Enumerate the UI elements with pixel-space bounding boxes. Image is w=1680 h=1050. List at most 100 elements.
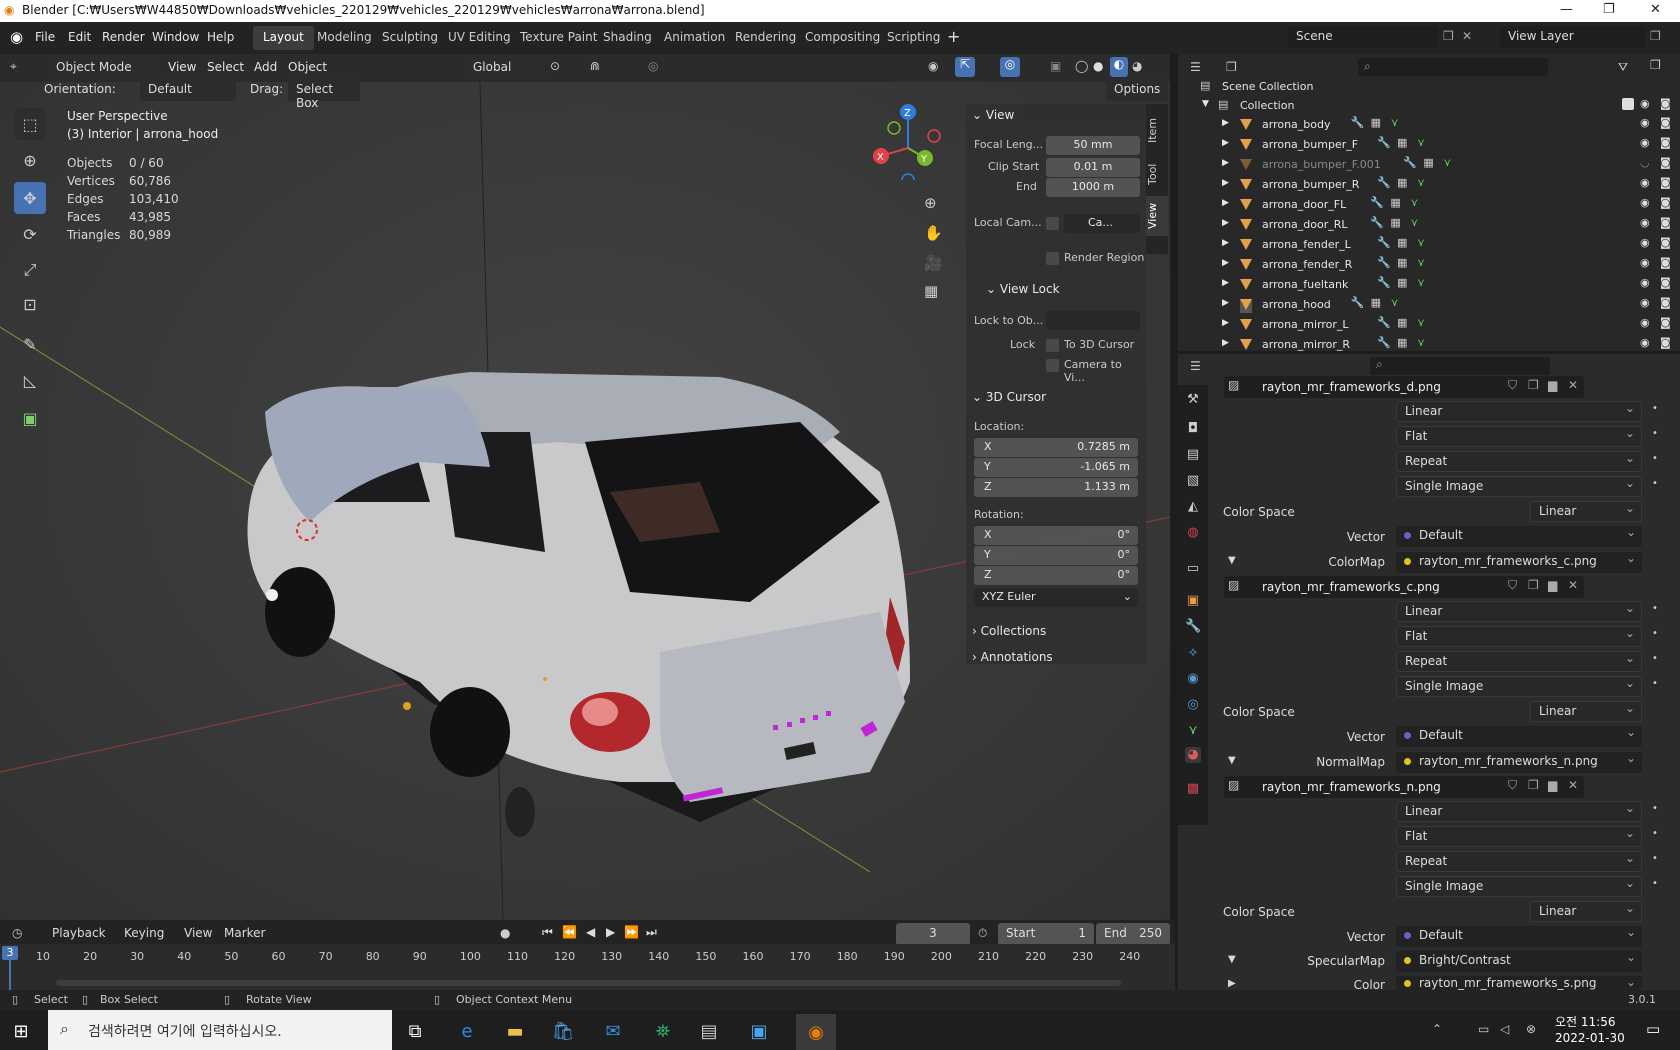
specularmap-socket-field[interactable]: Bright/Contrast bbox=[1396, 950, 1642, 972]
tab-tool[interactable]: Tool bbox=[1146, 156, 1168, 192]
scene-tab-icon[interactable]: ◭ bbox=[1185, 499, 1201, 515]
expand-arrow-icon[interactable]: ▶ bbox=[1222, 338, 1229, 348]
material-tab-icon[interactable]: ◕ bbox=[1185, 747, 1201, 763]
outliner-object-row[interactable]: ▶ arrona_body 🔧 ▦ ⋎ ◉ ◙ bbox=[1178, 116, 1680, 135]
modifier-tab-icon[interactable]: 🔧 bbox=[1185, 619, 1201, 635]
colormap-socket-field[interactable]: rayton_mr_frameworks_c.png bbox=[1396, 551, 1642, 573]
cursor-rotation-z[interactable]: Z 0° bbox=[974, 566, 1138, 585]
tab-compositing[interactable]: Compositing bbox=[795, 26, 890, 50]
camera-view-icon[interactable]: 🎥 bbox=[924, 254, 943, 272]
blender-taskbar-icon[interactable]: ◉ bbox=[796, 1014, 836, 1050]
tab-animation[interactable]: Animation bbox=[654, 26, 735, 50]
expand-arrow-icon[interactable]: ▶ bbox=[1222, 118, 1229, 128]
camera-to-view-checkbox[interactable] bbox=[1046, 359, 1059, 372]
task-view-icon[interactable]: ⧉ bbox=[402, 1018, 428, 1044]
outliner-object-row[interactable]: ▶ arrona_bumper_R 🔧 ▦ ⋎ ◉ ◙ bbox=[1178, 176, 1680, 195]
keyframe-dot-icon[interactable]: • bbox=[1652, 403, 1658, 414]
keyframe-dot-icon[interactable]: • bbox=[1652, 803, 1658, 814]
eye-icon[interactable]: ◉ bbox=[1640, 296, 1650, 309]
notification-icon[interactable]: ▭ bbox=[1646, 1020, 1660, 1038]
cursor-location-x[interactable]: X 0.7285 m bbox=[974, 438, 1138, 457]
play-reverse-icon[interactable]: ◀ bbox=[586, 925, 595, 939]
playhead-frame[interactable]: 3 bbox=[2, 946, 18, 960]
lock-to-cursor-checkbox[interactable] bbox=[1046, 339, 1059, 352]
store-icon[interactable]: 🛍 bbox=[550, 1018, 576, 1044]
keyframe-dot-icon[interactable]: • bbox=[1652, 478, 1658, 489]
cursor-rotation-x[interactable]: X 0° bbox=[974, 526, 1138, 545]
minimize-button[interactable]: — bbox=[1560, 2, 1573, 17]
keyframe-dot-icon[interactable]: • bbox=[1652, 453, 1658, 464]
output-tab-icon[interactable]: ▤ bbox=[1185, 447, 1201, 463]
record-icon[interactable]: ● bbox=[500, 926, 510, 940]
stopwatch-icon[interactable]: ⏱ bbox=[978, 926, 987, 941]
pivot-icon[interactable]: ⊙ bbox=[550, 59, 560, 73]
duplicate-icon[interactable]: ❐ bbox=[1528, 778, 1539, 792]
clip-end-field[interactable]: 1000 m bbox=[1046, 178, 1140, 197]
photos-icon[interactable]: ▣ bbox=[746, 1018, 772, 1044]
view-lock-section-toggle[interactable]: ⌄ View Lock bbox=[986, 282, 1060, 296]
end-frame-field[interactable]: End 250 bbox=[1096, 923, 1170, 945]
color-space-dropdown[interactable]: Linear bbox=[1530, 501, 1642, 522]
taskbar-search-input[interactable]: ⌕ 검색하려면 여기에 입력하십시오. bbox=[48, 1010, 392, 1050]
unlink-icon[interactable]: ✕ bbox=[1568, 778, 1578, 792]
eye-icon[interactable]: ◉ bbox=[1640, 97, 1650, 110]
annotations-section-toggle[interactable]: › Annotations bbox=[972, 650, 1053, 664]
pan-hand-icon[interactable]: ✋ bbox=[924, 224, 943, 242]
display-mode-icon[interactable]: ❐ bbox=[1226, 60, 1237, 74]
cursor-location-y[interactable]: Y -1.065 m bbox=[974, 458, 1138, 477]
timeline-scrollbar[interactable] bbox=[56, 980, 1121, 986]
menu-marker[interactable]: Marker bbox=[216, 923, 273, 945]
cursor-location-z[interactable]: Z 1.133 m bbox=[974, 478, 1138, 497]
eye-icon[interactable]: ◉ bbox=[1640, 216, 1650, 229]
options-button[interactable]: Options bbox=[1106, 79, 1168, 101]
outliner-object-row[interactable]: ▶ arrona_fender_L 🔧 ▦ ⋎ ◉ ◙ bbox=[1178, 236, 1680, 255]
tab-sculpting[interactable]: Sculpting bbox=[372, 26, 448, 50]
view-layer-selector[interactable]: View Layer bbox=[1500, 26, 1645, 48]
eye-icon[interactable]: ◉ bbox=[1640, 136, 1650, 149]
transform-tool[interactable]: ⊡ bbox=[14, 288, 46, 320]
camera-icon[interactable]: ◙ bbox=[1660, 316, 1671, 329]
fake-user-icon[interactable]: ⛉ bbox=[1508, 778, 1517, 793]
outliner-object-row[interactable]: ▶ arrona_mirror_L 🔧 ▦ ⋎ ◉ ◙ bbox=[1178, 316, 1680, 335]
edge-browser-icon[interactable]: e bbox=[454, 1018, 480, 1044]
keyframe-dot-icon[interactable]: • bbox=[1652, 828, 1658, 839]
object-tab-icon[interactable]: ▣ bbox=[1185, 593, 1201, 609]
image-source-dropdown[interactable]: Single Image bbox=[1396, 876, 1642, 897]
timeline-track[interactable]: 3 10 20 30 40 50 60 70 80 90 100 110 120 130 140 150 16… bbox=[0, 944, 1175, 990]
keyframe-dot-icon[interactable]: • bbox=[1652, 853, 1658, 864]
outliner-editor-icon[interactable]: ☰ bbox=[1190, 60, 1201, 74]
outliner-object-row[interactable]: ▶ arrona_door_RL 🔧 ▦ ⋎ ◉ ◙ bbox=[1178, 216, 1680, 235]
camera-icon[interactable]: ◙ bbox=[1660, 176, 1671, 189]
collection-checkbox[interactable] bbox=[1622, 98, 1634, 110]
image-block-n[interactable]: ▨ rayton_mr_frameworks_n.png ⛉ ❐ ▆ ✕ bbox=[1224, 776, 1584, 798]
measure-tool[interactable]: ◺ bbox=[14, 364, 46, 396]
interpolation-dropdown[interactable]: Linear bbox=[1396, 801, 1642, 822]
camera-icon[interactable]: ◙ bbox=[1660, 296, 1671, 309]
outliner-object-row[interactable]: ▶ arrona_fender_R 🔧 ▦ ⋎ ◉ ◙ bbox=[1178, 256, 1680, 275]
unlink-icon[interactable]: ✕ bbox=[1568, 578, 1578, 592]
tool-tab-icon[interactable]: ⚒ bbox=[1185, 392, 1201, 408]
texture-tab-icon[interactable]: ▩ bbox=[1185, 781, 1201, 797]
local-camera-field[interactable]: Ca... bbox=[1064, 214, 1140, 233]
cursor-tool[interactable]: ⊕ bbox=[14, 144, 46, 176]
add-workspace-icon[interactable]: + bbox=[947, 27, 960, 46]
outliner-object-row[interactable]: ▶ arrona_hood 🔧 ▦ ⋎ ◉ ◙ bbox=[1178, 296, 1680, 315]
outliner-object-row[interactable]: ▶ arrona_door_FL 🔧 ▦ ⋎ ◉ ◙ bbox=[1178, 196, 1680, 215]
gizmo-toggle-icon[interactable]: ⇱ bbox=[955, 57, 975, 77]
rotation-mode-dropdown[interactable]: XYZ Euler ⌄ bbox=[974, 588, 1138, 607]
editor-type-icon[interactable]: ⌖ bbox=[10, 59, 17, 74]
properties-search-input[interactable]: ⌕ bbox=[1370, 357, 1550, 375]
camera-icon[interactable]: ◙ bbox=[1660, 156, 1671, 169]
duplicate-icon[interactable]: ❐ bbox=[1528, 378, 1539, 392]
expand-arrow-icon[interactable]: ▼ bbox=[1228, 755, 1236, 766]
keyframe-dot-icon[interactable]: • bbox=[1652, 653, 1658, 664]
camera-icon[interactable]: ◙ bbox=[1660, 196, 1671, 209]
open-folder-icon[interactable]: ▆ bbox=[1548, 778, 1557, 792]
camera-icon[interactable]: ◙ bbox=[1660, 136, 1671, 149]
navigation-gizmo[interactable]: Z X Y bbox=[868, 100, 948, 180]
tab-shading[interactable]: Shading bbox=[593, 26, 662, 50]
image-block-c[interactable]: ▨ rayton_mr_frameworks_c.png ⛉ ❐ ▆ ✕ bbox=[1224, 576, 1584, 598]
expand-arrow-icon[interactable]: ▶ bbox=[1222, 258, 1229, 268]
scene-selector[interactable]: Scene bbox=[1288, 26, 1438, 48]
collection-row[interactable]: ▼ ▤ Collection ◉ ◙ bbox=[1178, 97, 1680, 116]
